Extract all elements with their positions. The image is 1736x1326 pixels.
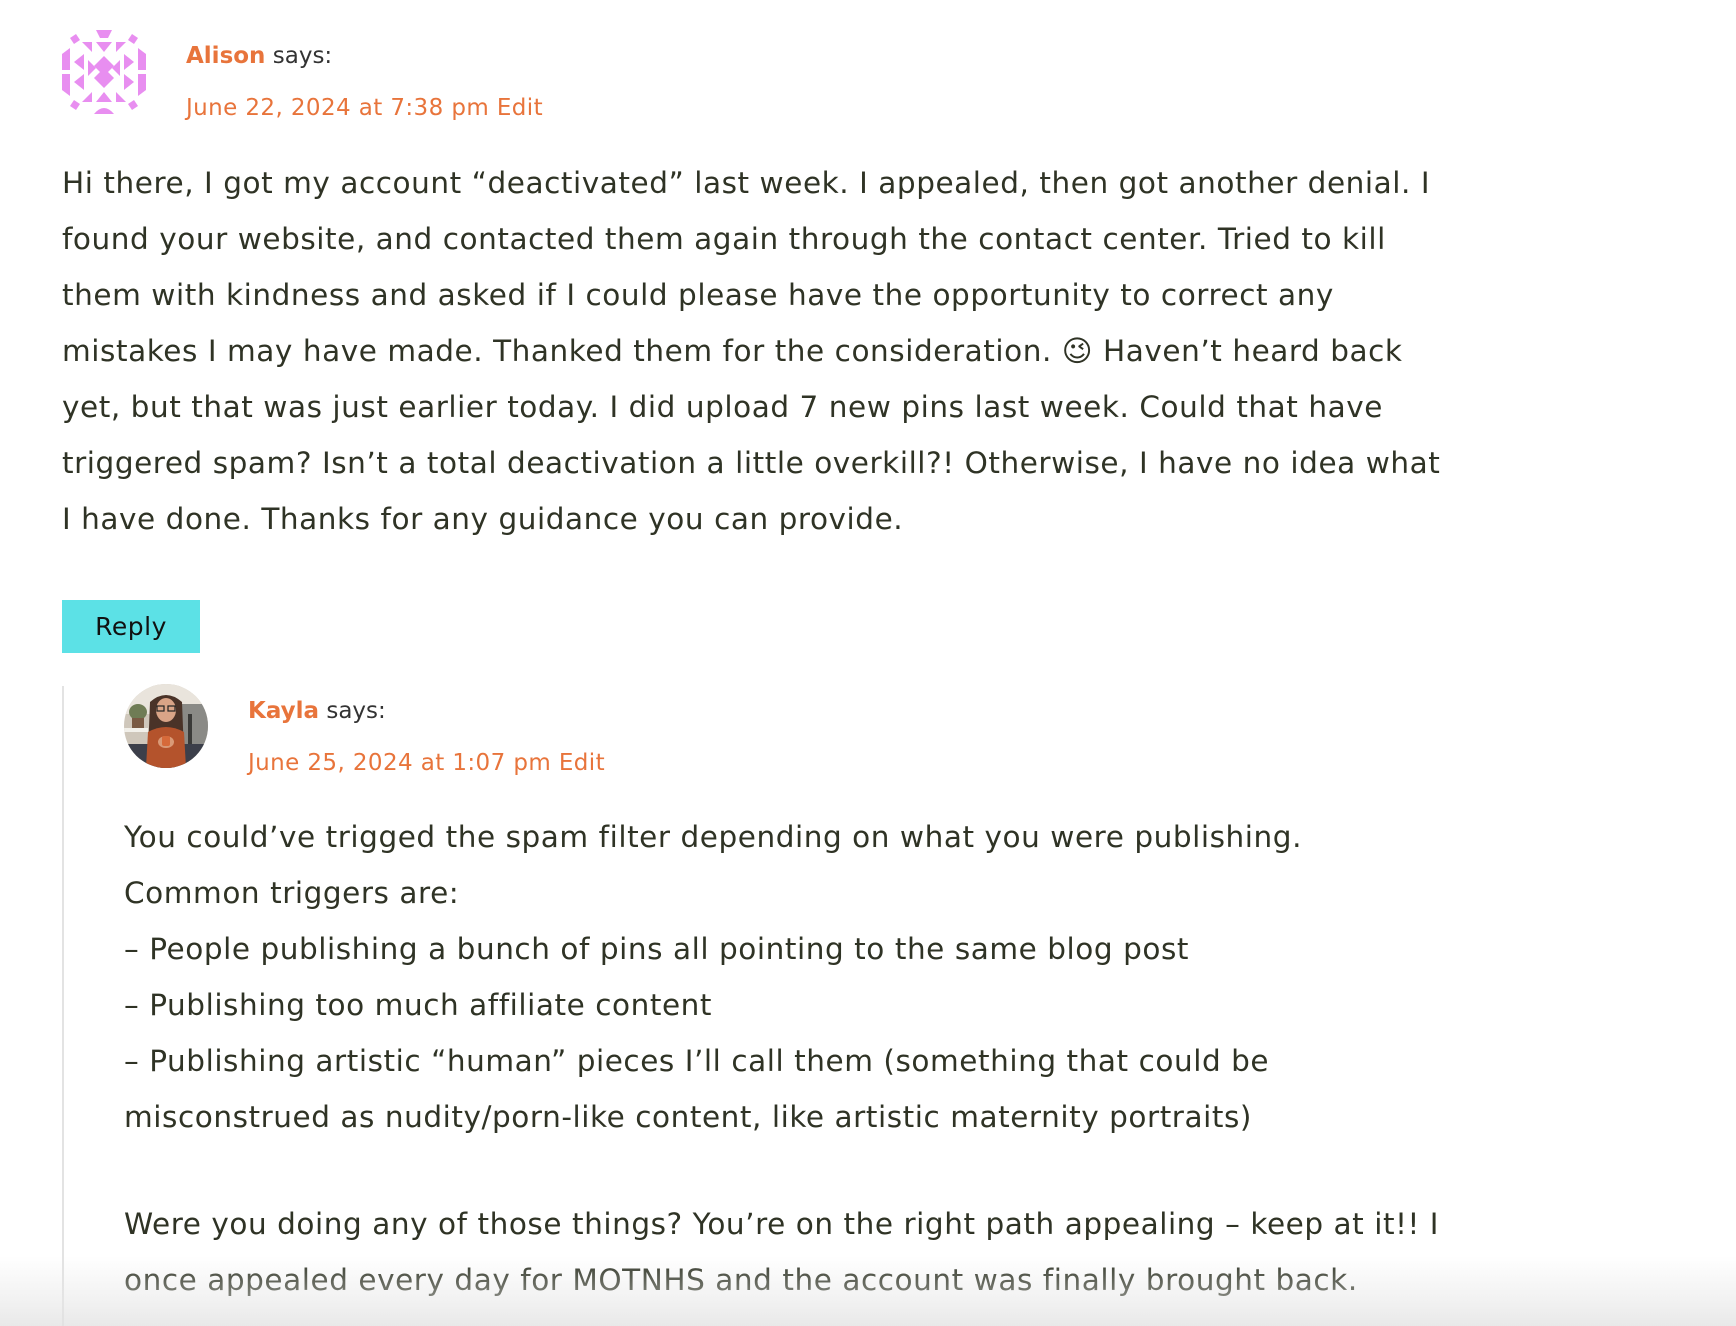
identicon-icon [62, 30, 146, 114]
thread-indent-border [62, 686, 64, 1326]
comment-line: – Publishing too much affiliate content [124, 988, 713, 1022]
comment-author-name[interactable]: Kayla [248, 698, 319, 724]
comment-line: triggered spam? Isn’t a total deactivati… [62, 446, 1441, 480]
comment-body: Hi there, I got my account “deactivated”… [62, 155, 1440, 547]
comment-meta: June 25, 2024 at 1:07 pm Edit [248, 749, 605, 777]
comment-line: once appealed every day for MOTNHS and t… [124, 1263, 1358, 1297]
photo-avatar [124, 684, 208, 768]
reply-button[interactable]: Reply [62, 600, 200, 653]
comment-line: yet, but that was just earlier today. I … [62, 390, 1383, 424]
comment-line [124, 1145, 1439, 1196]
edit-link[interactable]: Edit [497, 95, 543, 121]
comment-line: misconstrued as nudity/porn-like content… [124, 1100, 1252, 1134]
comment-date-link[interactable]: June 22, 2024 at 7:38 pm [186, 95, 489, 121]
comment-line: Hi there, I got my account “deactivated”… [62, 166, 1431, 200]
person-photo-icon [124, 684, 208, 768]
comment-author-line: Alison says: [186, 42, 332, 70]
comment-body: You could’ve trigged the spam filter dep… [124, 809, 1439, 1308]
says-label: says: [326, 698, 386, 724]
comment-author-name[interactable]: Alison [186, 43, 265, 69]
comment-line: mistakes I may have made. Thanked them f… [62, 334, 1403, 368]
comment-line: them with kindness and asked if I could … [62, 278, 1334, 312]
comment-line: Were you doing any of those things? You’… [124, 1207, 1440, 1241]
comment-line: Common triggers are: [124, 876, 460, 910]
identicon-avatar [62, 30, 146, 114]
comment-author-line: Kayla says: [248, 697, 386, 725]
says-label: says: [272, 43, 333, 69]
comment-line: – People publishing a bunch of pins all … [124, 932, 1190, 966]
comment-line: You could’ve trigged the spam filter dep… [124, 820, 1302, 854]
comment-line: – Publishing artistic “human” pieces I’l… [124, 1044, 1270, 1078]
edit-link[interactable]: Edit [559, 750, 605, 776]
comment-line: I have done. Thanks for any guidance you… [62, 502, 904, 536]
comment-date-link[interactable]: June 25, 2024 at 1:07 pm [248, 750, 551, 776]
comment-meta: June 22, 2024 at 7:38 pm Edit [186, 94, 543, 122]
comment-line: found your website, and contacted them a… [62, 222, 1386, 256]
